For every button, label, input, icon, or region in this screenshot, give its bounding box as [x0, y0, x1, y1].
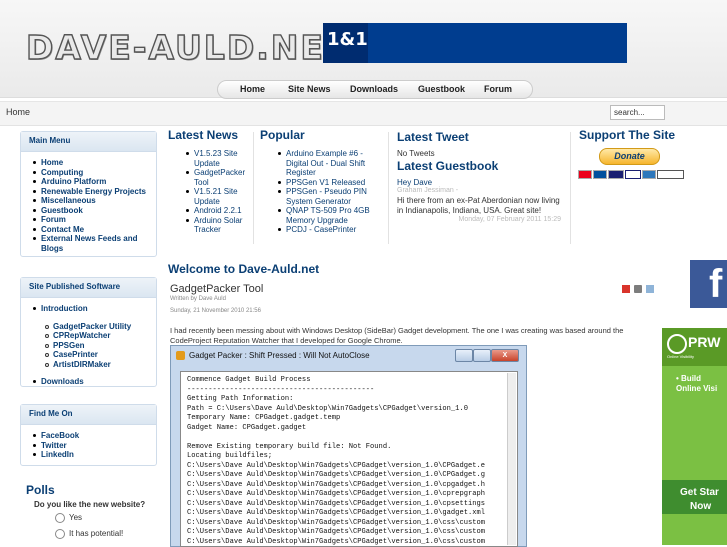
news-item[interactable]: Android 2.2.1	[186, 206, 248, 216]
popular-item[interactable]: PPSGen V1 Released	[278, 178, 374, 188]
find-me-facebook[interactable]: FaceBook	[33, 431, 156, 441]
prw-build-text: • Build Online Visi	[676, 374, 718, 393]
poll-question: Do you like the new website?	[34, 500, 146, 509]
main-nav: Home Site News Downloads Guestbook Forum	[217, 80, 533, 99]
maestro-icon	[593, 170, 607, 179]
news-item[interactable]: V1.5.21 Site Update	[186, 187, 248, 206]
guestbook-date: Monday, 07 February 2011 15:29	[458, 216, 561, 223]
direct-debit-icon	[657, 170, 684, 179]
guestbook-text: Hi there from an ex-Pat Aberdonian now l…	[397, 196, 560, 215]
software-cprepwatcher[interactable]: CPRepWatcher	[45, 331, 156, 341]
find-me-box: Find Me On FaceBook Twitter LinkedIn	[20, 404, 157, 466]
nav-home[interactable]: Home	[240, 84, 265, 94]
main-menu-title: Main Menu	[21, 132, 156, 152]
console-text: Commence Gadget Build Process ----------…	[187, 376, 485, 546]
support-title: Support The Site	[579, 128, 675, 142]
app-icon	[176, 351, 185, 360]
popular-item[interactable]: QNAP TS-509 Pro 4GB Memory Upgrade	[278, 206, 374, 225]
menu-item-misc[interactable]: Miscellaneous	[33, 196, 156, 206]
console-output: Commence Gadget Build Process ----------…	[180, 371, 518, 547]
popular-item[interactable]: Arduino Example #6 - Digital Out - Dual …	[278, 149, 374, 178]
nav-forum[interactable]: Forum	[484, 84, 512, 94]
latest-news-title: Latest News	[168, 128, 239, 142]
close-icon[interactable]: X	[491, 349, 519, 362]
menu-item-feeds[interactable]: External News Feeds and Blogs	[33, 234, 156, 253]
minimize-icon[interactable]	[455, 349, 473, 362]
article-author: Written by Dave Auld	[170, 296, 226, 302]
banner-ad-logo[interactable]: 1&1	[327, 29, 368, 50]
menu-item-forum[interactable]: Forum	[33, 215, 156, 225]
tweet-text: No Tweets	[397, 149, 435, 158]
section-title[interactable]: Welcome to Dave-Auld.net	[168, 262, 319, 276]
software-artistdirmaker[interactable]: ArtistDIRMaker	[45, 360, 156, 370]
menu-item-renewable[interactable]: Renewable Energy Projects	[33, 187, 156, 197]
software-title: Site Published Software	[21, 278, 156, 298]
latest-news-list: V1.5.23 Site Update GadgetPacker Tool V1…	[186, 149, 248, 235]
menu-item-arduino[interactable]: Arduino Platform	[33, 177, 156, 187]
news-item[interactable]: GadgetPacker Tool	[186, 168, 248, 187]
donate-button[interactable]: Donate	[599, 148, 660, 165]
prw-logo-text: PRW	[688, 334, 721, 350]
news-item[interactable]: V1.5.23 Site Update	[186, 149, 248, 168]
menu-item-contact[interactable]: Contact Me	[33, 225, 156, 235]
software-introduction[interactable]: Introduction	[33, 304, 156, 314]
poll-option-potential[interactable]: It has potential!	[55, 529, 123, 539]
nav-guestbook[interactable]: Guestbook	[418, 84, 465, 94]
guestbook-entry-title[interactable]: Hey Dave	[397, 178, 432, 187]
polls-title: Polls	[26, 483, 55, 497]
maximize-icon[interactable]	[473, 349, 491, 362]
email-icon[interactable]	[646, 285, 654, 293]
article-body: I had recently been messing about with W…	[170, 326, 624, 345]
article-title: GadgetPacker Tool	[170, 283, 264, 295]
prw-cta-text[interactable]: Get Star Now	[680, 486, 719, 514]
window-title: Gadget Packer : Shift Pressed : Will Not…	[189, 351, 370, 360]
menu-item-guestbook[interactable]: Guestbook	[33, 206, 156, 216]
nav-downloads[interactable]: Downloads	[350, 84, 398, 94]
mastercard-icon	[578, 170, 592, 179]
print-icon[interactable]	[634, 285, 642, 293]
column-divider	[253, 132, 254, 244]
latest-guestbook-title: Latest Guestbook	[397, 159, 499, 173]
software-gadgetpacker[interactable]: GadgetPacker Utility	[45, 322, 156, 332]
pdf-icon[interactable]	[622, 285, 630, 293]
poll-option-yes[interactable]: Yes	[55, 513, 82, 523]
popular-item[interactable]: PCDJ - CasePrinter	[278, 225, 374, 235]
software-ppsgen[interactable]: PPSGen	[45, 341, 156, 351]
menu-item-home[interactable]: Home	[33, 158, 156, 168]
main-menu-box: Main Menu Home Computing Arduino Platfor…	[20, 131, 157, 257]
find-me-linkedin[interactable]: LinkedIn	[33, 450, 156, 460]
radio-icon[interactable]	[55, 529, 65, 539]
visa-electron-icon	[625, 170, 641, 179]
popular-item[interactable]: PPSGen - Pseudo PIN System Generator	[278, 187, 374, 206]
find-me-twitter[interactable]: Twitter	[33, 441, 156, 451]
guestbook-author: Graham Jessiman -	[397, 187, 459, 194]
search-input[interactable]: search...	[610, 105, 665, 120]
radio-icon[interactable]	[55, 513, 65, 523]
article-date: Sunday, 21 November 2010 21:56	[170, 308, 261, 314]
banner-ad[interactable]	[323, 23, 627, 63]
popular-list: Arduino Example #6 - Digital Out - Dual …	[278, 149, 374, 235]
breadcrumb[interactable]: Home	[6, 107, 30, 117]
software-box: Site Published Software Introduction Gad…	[20, 277, 157, 387]
console-scrollbar[interactable]	[507, 373, 516, 545]
facebook-icon[interactable]: f	[709, 262, 722, 307]
find-me-title: Find Me On	[21, 405, 156, 425]
column-divider	[388, 132, 389, 244]
visa-icon	[608, 170, 624, 179]
prw-logo-icon	[667, 334, 687, 354]
popular-title: Popular	[260, 128, 305, 142]
news-item[interactable]: Arduino Solar Tracker	[186, 216, 248, 235]
software-downloads[interactable]: Downloads	[33, 377, 156, 387]
menu-item-computing[interactable]: Computing	[33, 168, 156, 178]
amex-icon	[642, 170, 656, 179]
latest-tweet-title: Latest Tweet	[397, 130, 469, 144]
prw-tagline: Online Visibility	[667, 354, 695, 359]
nav-site-news[interactable]: Site News	[288, 84, 331, 94]
site-logo[interactable]: DAVE-AULD.NET	[25, 27, 349, 67]
column-divider	[570, 132, 571, 244]
software-caseprinter[interactable]: CasePrinter	[45, 350, 156, 360]
